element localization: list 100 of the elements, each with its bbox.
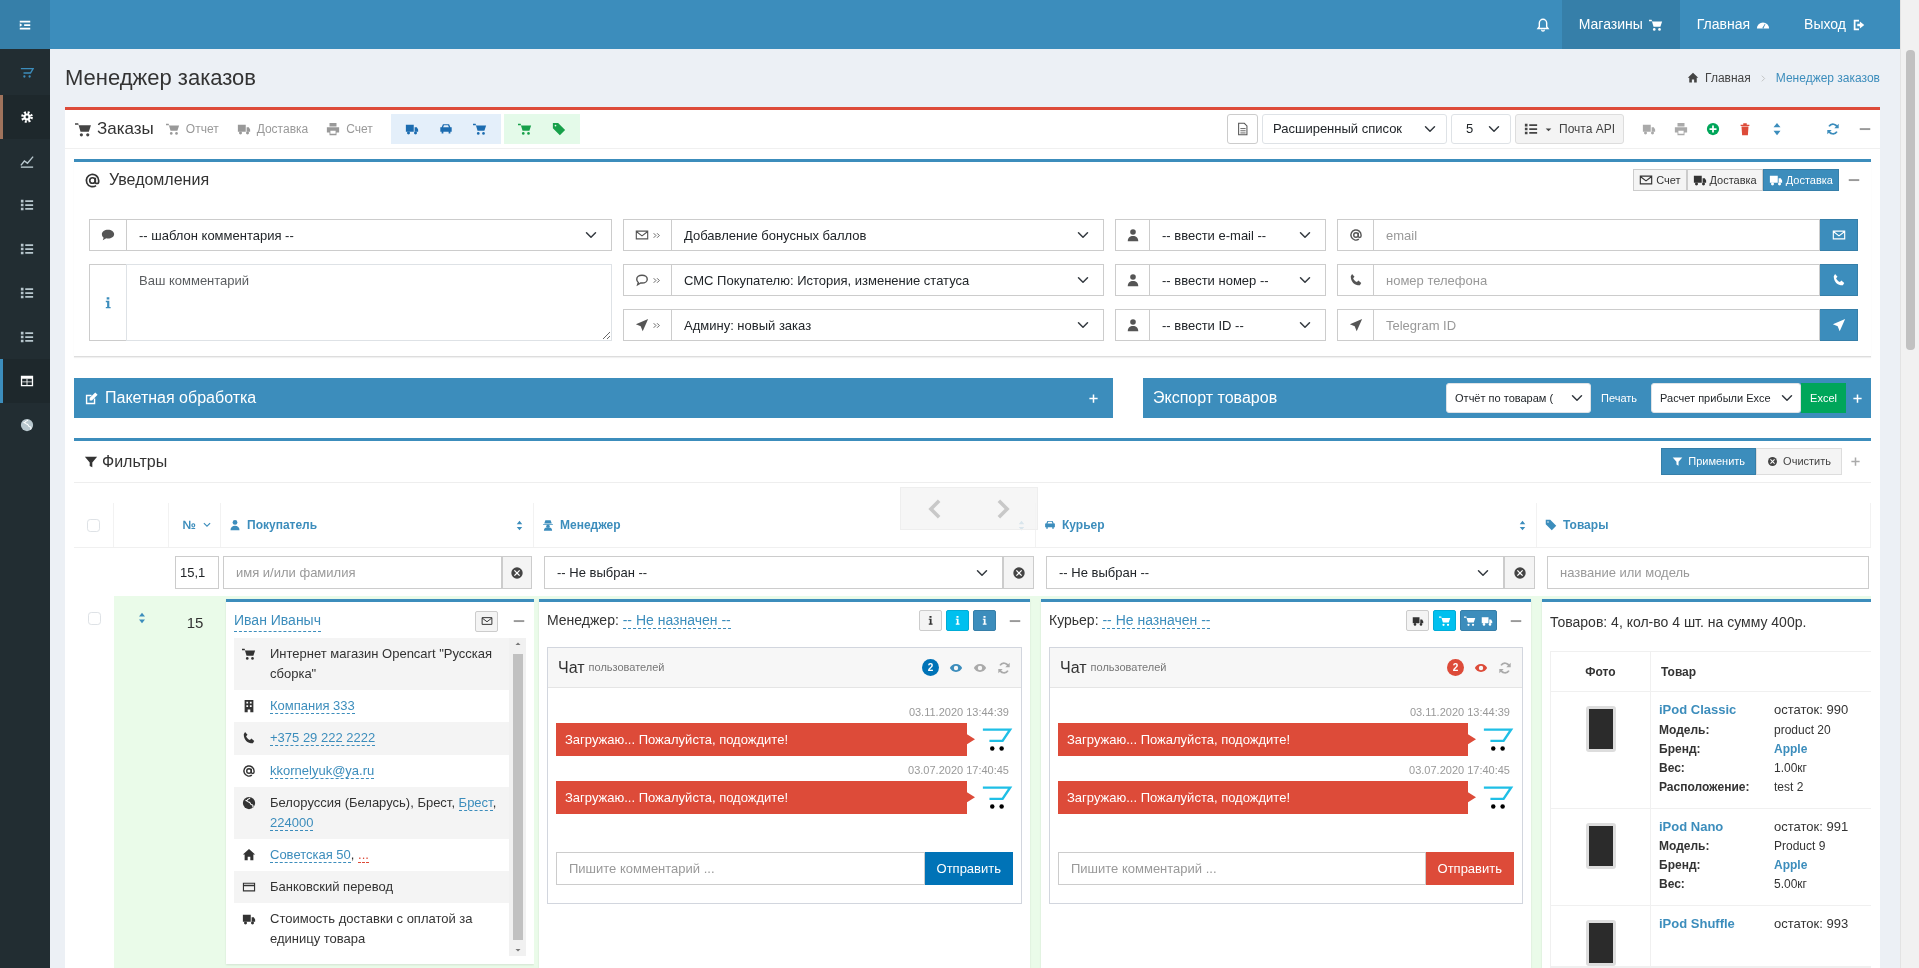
mail-api-button[interactable]: Почта API xyxy=(1515,114,1624,144)
tags-icon[interactable] xyxy=(551,122,566,136)
toggle-button[interactable]: Доставка xyxy=(1762,168,1839,192)
expand-icon[interactable] xyxy=(1088,392,1099,404)
send-button[interactable] xyxy=(1819,309,1858,341)
refresh-icon[interactable] xyxy=(1498,660,1512,675)
add-icon[interactable] xyxy=(1706,122,1720,136)
clear-button[interactable] xyxy=(1504,556,1535,589)
input-field[interactable]: номер телефона xyxy=(1373,264,1820,296)
add-icon[interactable] xyxy=(1850,456,1861,467)
nav-link[interactable]: Главная xyxy=(1679,0,1788,49)
template-select[interactable]: Добавление бонусных баллов xyxy=(671,219,1104,251)
report-select[interactable]: Отчёт по товарам ( xyxy=(1446,383,1592,413)
brand-link[interactable]: Apple xyxy=(1774,739,1863,758)
toggle-button[interactable]: Счет xyxy=(1633,168,1687,192)
manager-select[interactable]: -- Не выбран -- xyxy=(544,556,1004,589)
sidebar-item[interactable] xyxy=(0,359,50,403)
breadcrumb-link[interactable]: Менеджер заказов xyxy=(1775,69,1880,87)
excel-button[interactable]: Excel xyxy=(1801,383,1846,413)
input-field[interactable]: Telegram ID xyxy=(1373,309,1820,341)
recipient-select[interactable]: -- ввести ID -- xyxy=(1149,309,1326,341)
product-link[interactable]: iPod Classic xyxy=(1659,700,1774,720)
send-button[interactable]: Отправить xyxy=(1425,852,1514,885)
courier-select[interactable]: -- Не выбран -- xyxy=(1046,556,1505,589)
column-header[interactable]: Курьер xyxy=(1044,516,1511,534)
send-button[interactable]: Отправить xyxy=(924,852,1013,885)
link[interactable]: Брест xyxy=(458,794,493,811)
toolbar-link[interactable]: Отчет xyxy=(165,120,219,138)
expand-icon[interactable] xyxy=(1852,392,1863,404)
product-field[interactable]: название или модель xyxy=(1547,556,1869,589)
email-button[interactable] xyxy=(475,610,498,632)
link[interactable]: Компания 333 xyxy=(270,698,355,715)
info-button[interactable] xyxy=(946,610,969,631)
brand-link[interactable]: Apple xyxy=(1774,856,1863,874)
refresh-icon[interactable] xyxy=(1826,122,1840,136)
template-select[interactable]: Админу: новый заказ xyxy=(671,309,1104,341)
recipient-select[interactable]: -- ввести e-mail -- xyxy=(1149,219,1326,251)
cart-icon[interactable] xyxy=(517,122,532,136)
template-select[interactable]: -- шаблон комментария -- xyxy=(126,219,612,251)
file-button[interactable] xyxy=(1227,114,1258,144)
apply-button[interactable]: Применить xyxy=(1661,448,1757,475)
truck-button[interactable] xyxy=(1406,610,1429,631)
checkbox[interactable] xyxy=(87,518,100,532)
toggle-button[interactable]: Доставка xyxy=(1686,168,1763,192)
sidebar-item[interactable] xyxy=(0,95,50,139)
sort-icon[interactable] xyxy=(514,519,525,531)
send-button[interactable] xyxy=(1819,219,1858,251)
cart-icon xyxy=(1438,614,1451,627)
info-button[interactable] xyxy=(919,610,942,631)
count-select[interactable]: 5 xyxy=(1451,114,1511,144)
clear-button[interactable]: Очистить xyxy=(1756,448,1842,475)
nav-link[interactable]: Магазины xyxy=(1561,0,1680,49)
profit-select[interactable]: Расчет прибыли Exce xyxy=(1651,383,1802,413)
template-select[interactable]: СМС Покупателю: История, изменение статуса xyxy=(671,264,1104,296)
scrollbar[interactable] xyxy=(509,638,526,956)
cart-truck-button[interactable] xyxy=(1460,610,1497,631)
nav-link[interactable]: Выход xyxy=(1787,0,1883,49)
truck-icon[interactable] xyxy=(404,122,419,136)
view-select[interactable]: Расширенный список xyxy=(1262,114,1447,144)
comment-field[interactable]: Пишите комментарий ... xyxy=(1058,852,1426,885)
link[interactable]: 224000 xyxy=(270,814,314,831)
assignee-link[interactable]: -- Не назначен -- xyxy=(1102,612,1211,629)
customer-link[interactable]: Иван Иваныч xyxy=(234,610,321,632)
comment-field[interactable]: Пишите комментарий ... xyxy=(556,852,925,885)
info-button[interactable] xyxy=(973,610,996,631)
product-link[interactable]: iPod Shuffle xyxy=(1659,914,1774,954)
detail-text: Белоруссия (Беларусь), Брест, Брест, 224000 xyxy=(270,793,498,833)
clear-button[interactable] xyxy=(502,556,532,589)
assignee-link[interactable]: -- Не назначен -- xyxy=(622,612,731,629)
clear-button[interactable] xyxy=(1003,556,1034,589)
sort-icon[interactable] xyxy=(1517,519,1528,531)
recipient-select[interactable]: -- ввести номер -- xyxy=(1149,264,1326,296)
detail-text: Интернет магазин Opencart "Русская сборка" xyxy=(270,645,494,684)
link[interactable]: +375 29 222 2222 xyxy=(270,730,376,747)
print-link[interactable]: Печать xyxy=(1601,389,1638,407)
bell-icon[interactable] xyxy=(1535,17,1550,32)
checkbox[interactable] xyxy=(87,612,101,625)
name-field[interactable]: имя и/или фамилия xyxy=(223,556,503,589)
comment-field[interactable]: Ваш комментарий xyxy=(126,264,612,341)
print-icon[interactable] xyxy=(1674,122,1688,136)
column-header[interactable]: Покупатель xyxy=(229,516,508,534)
number-field[interactable]: 15,1 xyxy=(175,556,219,589)
send-button[interactable] xyxy=(1819,264,1858,296)
batch-panel-bar[interactable]: Пакетная обработка xyxy=(74,378,1113,418)
page-scrollbar[interactable] xyxy=(1900,0,1919,968)
truck-icon[interactable] xyxy=(1642,122,1656,136)
toolbar-link[interactable]: Доставка xyxy=(236,120,309,138)
refresh-icon[interactable] xyxy=(997,660,1011,675)
product-link[interactable]: iPod Nano xyxy=(1659,816,1774,836)
column-header[interactable]: Товары xyxy=(1545,516,1862,534)
toolbar-link[interactable]: Счет xyxy=(326,120,373,138)
car-icon[interactable] xyxy=(438,122,453,136)
trash-icon[interactable] xyxy=(1738,122,1752,136)
link[interactable]: Советская 50 xyxy=(270,847,351,863)
link[interactable]: ... xyxy=(358,847,369,863)
cart-icon[interactable] xyxy=(472,122,487,136)
column-header[interactable]: № xyxy=(182,516,212,534)
breadcrumb-link[interactable]: Главная xyxy=(1687,69,1751,87)
link[interactable]: kkornelyuk@ya.ru xyxy=(270,762,375,779)
input-field[interactable]: email xyxy=(1373,219,1820,251)
